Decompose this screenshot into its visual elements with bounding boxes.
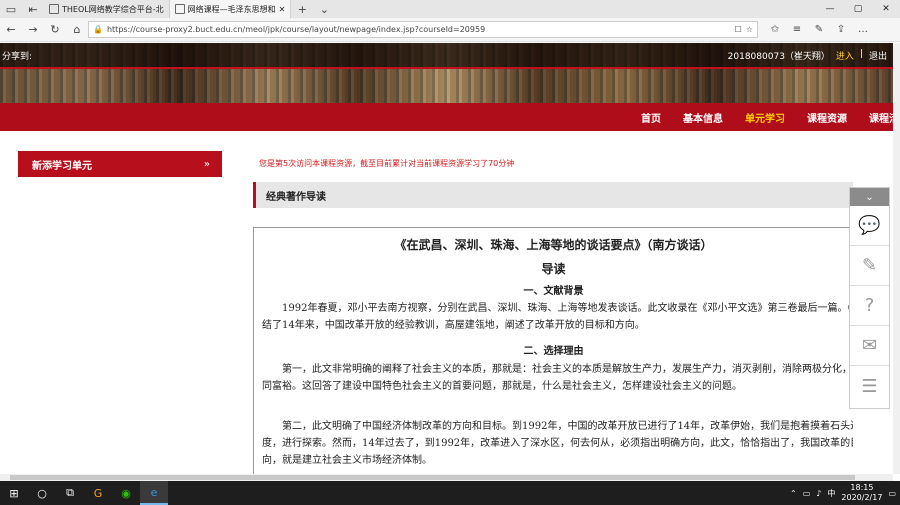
maximize-icon[interactable]: ▢ (844, 0, 872, 18)
header-banner: 分享到: 2018080073（崔天翔） 进入 | 退出 (0, 43, 893, 103)
browser-tab-bar: ▭ ⇤ THEOL网络教学综合平台-北 网络课程—毛泽东思想和 ✕ + ⌄ — … (0, 0, 900, 18)
reading-list-icon[interactable]: ≡ (788, 24, 806, 35)
share-label: 分享到: (2, 51, 33, 62)
windows-taskbar: ⊞ ○ ⧉ G ◉ e ⌃ ▭ ♪ 中 18:15 2020/2/17 ▭ (0, 481, 900, 505)
double-chevron-icon: » (203, 158, 210, 170)
more-icon[interactable]: … (854, 24, 872, 35)
user-bar: 分享到: 2018080073（崔天翔） 进入 | 退出 (0, 43, 893, 69)
set-tabs-aside-icon[interactable]: ⇤ (22, 0, 44, 20)
close-icon[interactable]: ✕ (872, 0, 900, 18)
search-icon[interactable]: ○ (28, 481, 56, 505)
separator: | (859, 48, 863, 59)
url-field[interactable]: 🔒 https://course-proxy2.buct.edu.cn/meol… (88, 21, 758, 38)
pen-icon[interactable]: ✎ (810, 24, 828, 35)
horizontal-scrollbar[interactable] (0, 474, 893, 481)
document-icon[interactable]: ☰ (850, 366, 889, 406)
browser-tab[interactable]: THEOL网络教学综合平台-北 (44, 0, 170, 18)
heading-reason: 二、选择理由 (523, 346, 584, 357)
lock-icon: 🔒 (93, 25, 103, 34)
visit-notice: 您是第5次访问本课程资源，截至目前累计对当前课程资源学习了70分钟 (259, 159, 515, 168)
paragraph: 第一，此文非常明确的阐释了社会主义的本质，那就是：社会主义的本质是解放生产力，发… (262, 364, 853, 392)
forward-icon[interactable]: → (22, 19, 44, 41)
help-icon[interactable]: ? (850, 286, 889, 326)
date: 2020/2/17 (841, 493, 883, 502)
network-icon[interactable]: ▭ (803, 489, 811, 498)
time: 18:15 (850, 483, 874, 492)
ime-indicator[interactable]: 中 (827, 488, 835, 499)
favorites-icon[interactable]: ✩ (766, 24, 784, 35)
scroll-thumb[interactable] (10, 475, 855, 480)
divider (0, 67, 893, 69)
browser-app-icon[interactable]: G (84, 481, 112, 505)
notification-icon[interactable]: ▭ (888, 489, 896, 498)
close-tab-icon[interactable]: ✕ (279, 5, 286, 14)
paragraph: 第二，此文明确了中国经济体制改革的方向和目标。到1992年，中国的改革开放已进行… (262, 421, 853, 466)
heading-background: 一、文献背景 (523, 286, 584, 297)
mail-icon[interactable]: ✉ (850, 326, 889, 366)
favorite-star-icon[interactable]: ☆ (746, 25, 753, 34)
share-icon[interactable]: ⇪ (832, 24, 850, 35)
minimize-icon[interactable]: — (816, 0, 844, 18)
tab-title: THEOL网络教学综合平台-北 (62, 4, 164, 14)
nav-item-resources[interactable]: 课程资源 (807, 110, 847, 125)
logout-link[interactable]: 退出 (869, 49, 887, 62)
task-view-icon[interactable]: ⧉ (56, 481, 84, 505)
reading-view-icon[interactable]: ☐ (735, 25, 742, 34)
refresh-icon[interactable]: ↻ (44, 19, 66, 41)
address-toolbar: ← → ↻ ⌂ 🔒 https://course-proxy2.buct.edu… (0, 18, 900, 42)
wechat-icon[interactable]: ◉ (112, 481, 140, 505)
main-nav: 首页 基本信息 单元学习 课程资源 课程活 (0, 103, 893, 131)
new-tab-icon[interactable]: + (291, 0, 313, 20)
user-name: 2018080073（崔天翔） (727, 51, 830, 62)
chat-icon[interactable]: 💬 (850, 206, 889, 246)
page-icon (174, 4, 185, 14)
tab-actions-icon[interactable]: ▭ (0, 0, 22, 20)
paragraph: 1992年春夏，邓小平去南方视察，分别在武昌、深圳、珠海、上海等地发表谈话。此文… (262, 303, 853, 331)
page-icon (49, 4, 59, 14)
back-icon[interactable]: ← (0, 19, 22, 41)
windows-start-icon[interactable]: ⊞ (0, 481, 28, 505)
article-content: 《在武昌、深圳、珠海、上海等地的谈话要点》（南方谈话） 导读 一、文献背景 19… (253, 227, 853, 475)
collapse-chevron-icon[interactable]: ⌄ (850, 188, 889, 206)
section-title: 经典著作导读 (253, 182, 853, 208)
edit-icon[interactable]: ✎ (850, 246, 889, 286)
tab-title: 网络课程—毛泽东思想和 (187, 4, 276, 14)
system-tray: ⌃ ▭ ♪ 中 18:15 2020/2/17 ▭ (790, 483, 900, 503)
enter-link[interactable]: 进入 (836, 49, 854, 62)
side-toolbar: ⌄ 💬 ✎ ? ✉ ☰ (849, 187, 890, 409)
sidebar-title: 新添学习单元 (32, 160, 92, 172)
clock[interactable]: 18:15 2020/2/17 (841, 483, 882, 503)
edge-icon[interactable]: e (140, 481, 168, 505)
article-title: 《在武昌、深圳、珠海、上海等地的谈话要点》（南方谈话） (394, 238, 713, 252)
volume-icon[interactable]: ♪ (816, 489, 821, 498)
chevron-up-icon[interactable]: ⌃ (790, 489, 797, 498)
article-subtitle: 导读 (541, 262, 566, 276)
vertical-scrollbar[interactable] (893, 43, 900, 474)
home-icon[interactable]: ⌂ (66, 19, 88, 41)
browser-tab-active[interactable]: 网络课程—毛泽东思想和 ✕ (169, 0, 292, 18)
nav-item-basic-info[interactable]: 基本信息 (683, 110, 723, 125)
window-controls: — ▢ ✕ (816, 0, 900, 18)
nav-item-activities[interactable]: 课程活 (869, 110, 893, 125)
nav-item-home[interactable]: 首页 (641, 110, 661, 125)
nav-item-unit-study[interactable]: 单元学习 (745, 110, 785, 125)
chevron-down-icon[interactable]: ⌄ (313, 0, 335, 20)
url-text: https://course-proxy2.buct.edu.cn/meol/j… (106, 25, 486, 34)
sidebar-new-units[interactable]: 新添学习单元 » (18, 151, 222, 177)
